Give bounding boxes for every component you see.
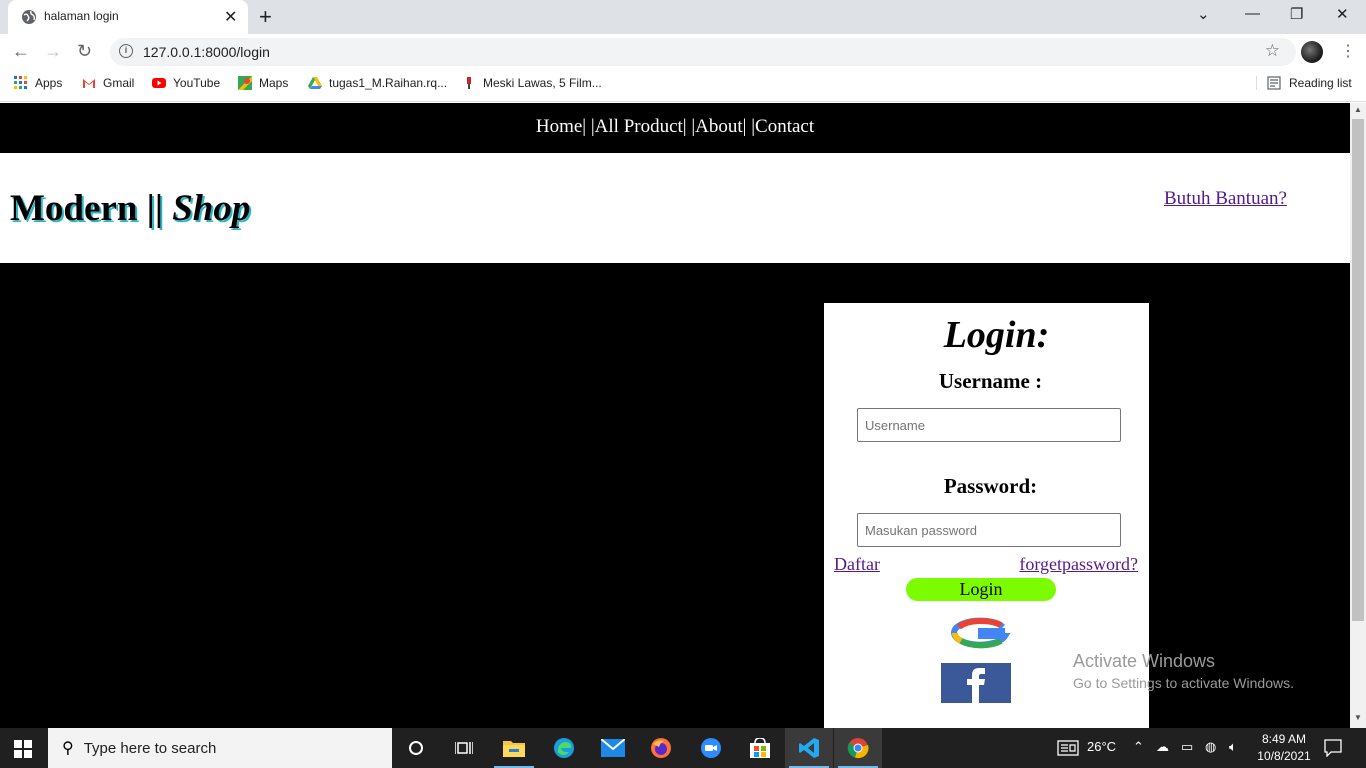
- close-tab-icon[interactable]: ✕: [224, 7, 237, 27]
- notification-center-icon[interactable]: [1324, 739, 1342, 757]
- activate-windows-watermark: Activate Windows Go to Settings to activ…: [1073, 651, 1294, 691]
- forgot-password-link[interactable]: forgetpassword?: [1019, 554, 1138, 575]
- page-scrollbar[interactable]: ▲ ▼: [1350, 103, 1366, 728]
- nav-all-product-link[interactable]: |All Product|: [591, 116, 687, 137]
- clock-date: 10/8/2021: [1257, 749, 1311, 763]
- bookmark-maps[interactable]: Maps: [238, 76, 288, 90]
- bookmark-label: Meski Lawas, 5 Film...: [483, 76, 602, 90]
- forward-arrow-icon[interactable]: →: [44, 41, 62, 62]
- url-text[interactable]: 127.0.0.1:8000/login: [143, 44, 270, 60]
- reading-list-icon: [1267, 76, 1281, 90]
- windows-start-icon[interactable]: [14, 740, 32, 758]
- site-header: Modern || Shop Butuh Bantuan?: [0, 153, 1350, 263]
- browser-toolbar: ← → ↻ i 127.0.0.1:8000/login ☆ ⋮: [0, 34, 1366, 70]
- edge-icon[interactable]: [540, 728, 588, 768]
- browser-tab-bar: halaman login ✕ + ⌄ — ❐ ✕: [0, 0, 1366, 34]
- username-label: Username :: [938, 369, 1043, 393]
- reading-list-label: Reading list: [1289, 76, 1352, 90]
- search-icon: ⚲: [62, 740, 74, 757]
- taskbar-search[interactable]: ⚲ Type here to search: [48, 728, 392, 768]
- google-drive-icon: [308, 77, 322, 89]
- show-hidden-icons-chevron-icon[interactable]: ⌃: [1133, 739, 1144, 755]
- username-input[interactable]: [857, 408, 1121, 442]
- logo-main-text: Modern ||: [10, 188, 173, 229]
- zoom-icon[interactable]: [687, 728, 735, 768]
- bookmark-youtube[interactable]: YouTube: [152, 76, 220, 90]
- back-arrow-icon[interactable]: ←: [12, 41, 30, 62]
- bookmark-label: Apps: [35, 76, 63, 90]
- task-view-icon[interactable]: [440, 728, 488, 768]
- windows-taskbar: ⚲ Type here to search 26°C ⌃ ☁ ▭ ◍ 🔈︎ 8:…: [0, 728, 1366, 768]
- scroll-thumb[interactable]: [1352, 119, 1364, 621]
- bookmark-drive[interactable]: tugas1_M.Raihan.rq...: [308, 76, 447, 90]
- scroll-down-icon[interactable]: ▼: [1354, 713, 1362, 722]
- system-clock[interactable]: 8:49 AM 10/8/2021: [1253, 731, 1315, 765]
- site-info-icon[interactable]: i: [119, 44, 133, 58]
- logo-italic-text: Shop: [172, 188, 251, 229]
- chrome-icon[interactable]: [834, 728, 882, 768]
- reload-icon[interactable]: ↻: [77, 41, 92, 62]
- minimize-icon[interactable]: —: [1245, 5, 1260, 22]
- tab-search-chevron-icon[interactable]: ⌄: [1197, 5, 1210, 23]
- scroll-up-icon[interactable]: ▲: [1354, 105, 1362, 114]
- maps-icon: [238, 76, 252, 90]
- globe-icon: [22, 10, 36, 24]
- vscode-icon[interactable]: [785, 728, 833, 768]
- bookmark-label: tugas1_M.Raihan.rq...: [329, 76, 448, 90]
- bookmark-film[interactable]: Meski Lawas, 5 Film...: [462, 76, 602, 90]
- nav-about-link[interactable]: |About|: [691, 116, 746, 137]
- top-navigation: Home| |All Product| |About| |Contact: [0, 103, 1350, 153]
- reading-list[interactable]: Reading list: [1256, 76, 1352, 90]
- network-globe-icon[interactable]: ◍: [1205, 739, 1216, 755]
- lipstick-icon: [467, 77, 471, 89]
- close-window-icon[interactable]: ✕: [1336, 5, 1349, 23]
- register-link[interactable]: Daftar: [834, 554, 880, 575]
- gmail-icon: [83, 79, 95, 88]
- taskbar-search-placeholder: Type here to search: [83, 739, 217, 757]
- firefox-icon[interactable]: [637, 728, 685, 768]
- watermark-subtitle: Go to Settings to activate Windows.: [1073, 675, 1294, 691]
- clock-time: 8:49 AM: [1261, 732, 1307, 746]
- cortana-icon[interactable]: [392, 728, 440, 768]
- site-logo: Modern || Shop: [10, 187, 250, 230]
- nav-contact-link[interactable]: |Contact: [751, 116, 814, 137]
- facebook-login-icon[interactable]: [941, 663, 1011, 703]
- store-icon[interactable]: [736, 728, 784, 768]
- menu-kebab-icon[interactable]: ⋮: [1340, 41, 1356, 61]
- bookmark-gmail[interactable]: Gmail: [82, 76, 134, 90]
- weather-temperature[interactable]: 26°C: [1087, 739, 1116, 754]
- login-button[interactable]: Login: [906, 578, 1056, 601]
- browser-tab[interactable]: halaman login ✕: [8, 0, 248, 34]
- address-bar[interactable]: i 127.0.0.1:8000/login ☆: [110, 38, 1296, 66]
- restore-icon[interactable]: ❐: [1290, 5, 1303, 23]
- file-explorer-icon[interactable]: [490, 728, 538, 768]
- nav-home-link[interactable]: Home|: [536, 116, 586, 137]
- watermark-title: Activate Windows: [1073, 651, 1216, 671]
- bookmark-star-icon[interactable]: ☆: [1265, 41, 1280, 61]
- page-viewport: Home| |All Product| |About| |Contact Mod…: [0, 103, 1350, 728]
- google-login-icon[interactable]: [951, 617, 1011, 649]
- weather-news-icon[interactable]: [1057, 740, 1079, 756]
- profile-avatar[interactable]: [1301, 41, 1323, 63]
- new-tab-icon[interactable]: +: [259, 4, 272, 30]
- mail-icon[interactable]: [589, 728, 637, 768]
- battery-icon[interactable]: ▭: [1181, 739, 1193, 755]
- bookmark-apps[interactable]: Apps: [14, 76, 62, 90]
- password-label: Password:: [943, 474, 1038, 498]
- bookmark-label: Maps: [259, 76, 289, 90]
- bookmark-label: Gmail: [103, 76, 135, 90]
- volume-icon[interactable]: 🔈︎: [1229, 739, 1237, 755]
- youtube-icon: [152, 78, 166, 88]
- apps-grid-icon: [14, 76, 27, 89]
- login-title: Login:: [943, 314, 1050, 356]
- bookmarks-bar: Apps Gmail YouTube Maps tugas1_M.Raihan.…: [0, 70, 1366, 102]
- tab-title: halaman login: [44, 9, 119, 23]
- bookmark-label: YouTube: [173, 76, 221, 90]
- onedrive-sync-icon[interactable]: ☁: [1156, 739, 1169, 755]
- help-link[interactable]: Butuh Bantuan?: [1164, 188, 1287, 210]
- password-input[interactable]: [857, 513, 1121, 547]
